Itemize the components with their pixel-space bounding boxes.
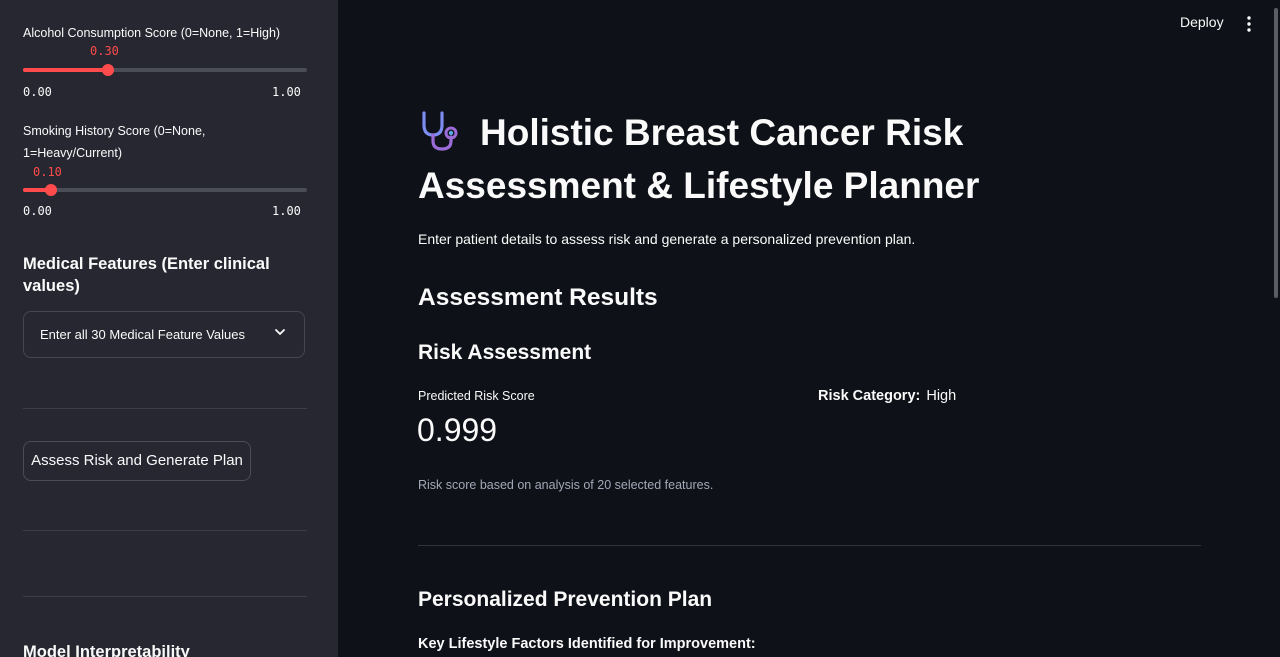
page-subtitle: Enter patient details to assess risk and… [418, 231, 916, 247]
page-title-text: Holistic Breast Cancer Risk Assessment &… [418, 112, 980, 206]
sidebar-divider [23, 408, 307, 409]
risk-category: Risk Category: High [818, 388, 956, 404]
deploy-button[interactable]: Deploy [1180, 14, 1224, 30]
smoking-slider-track[interactable] [23, 184, 307, 196]
alcohol-slider-min: 0.00 [23, 85, 52, 99]
alcohol-slider-label: Alcohol Consumption Score (0=None, 1=Hig… [23, 26, 281, 40]
prevention-plan-header: Personalized Prevention Plan [418, 588, 713, 611]
expander-label: Enter all 30 Medical Feature Values [40, 327, 245, 342]
smoking-slider-label: Smoking History Score (0=None, 1=Heavy/C… [23, 124, 206, 160]
alcohol-slider-thumb[interactable] [102, 64, 115, 76]
risk-score-value: 0.999 [417, 412, 498, 448]
more-menu-icon[interactable] [1243, 15, 1255, 33]
main-divider [418, 545, 1201, 546]
assessment-results-header: Assessment Results [418, 284, 658, 311]
key-factors-label: Key Lifestyle Factors Identified for Imp… [418, 636, 756, 652]
model-interpretability-header: Model Interpretability [23, 643, 190, 657]
stethoscope-icon [422, 111, 458, 151]
medical-features-expander[interactable]: Enter all 30 Medical Feature Values [23, 311, 305, 358]
assess-risk-button[interactable]: Assess Risk and Generate Plan [23, 441, 251, 481]
alcohol-slider-track[interactable] [23, 64, 307, 76]
main-scrollbar-thumb[interactable] [1274, 8, 1278, 298]
alcohol-slider-value: 0.30 [90, 44, 119, 58]
sidebar-divider [23, 530, 307, 531]
sidebar-divider [23, 596, 307, 597]
risk-score-label: Predicted Risk Score [418, 389, 535, 403]
smoking-slider-value: 0.10 [33, 165, 62, 179]
page-title: Holistic Breast Cancer Risk Assessment &… [418, 106, 1178, 212]
smoking-slider-thumb[interactable] [45, 184, 58, 196]
smoking-slider-min: 0.00 [23, 204, 52, 218]
app-root: Alcohol Consumption Score (0=None, 1=Hig… [0, 0, 1280, 657]
smoking-slider-max: 1.00 [272, 204, 301, 218]
alcohol-slider-max: 1.00 [272, 85, 301, 99]
risk-assessment-header: Risk Assessment [418, 341, 592, 364]
chevron-down-icon [275, 329, 285, 335]
risk-score-caption: Risk score based on analysis of 20 selec… [418, 478, 714, 492]
sidebar: Alcohol Consumption Score (0=None, 1=Hig… [0, 0, 338, 657]
risk-category-value: High [926, 388, 957, 404]
risk-category-label: Risk Category: [818, 388, 921, 404]
medical-features-header: Medical Features (Enter clinical values) [23, 255, 270, 295]
alcohol-slider-fill [23, 68, 109, 72]
